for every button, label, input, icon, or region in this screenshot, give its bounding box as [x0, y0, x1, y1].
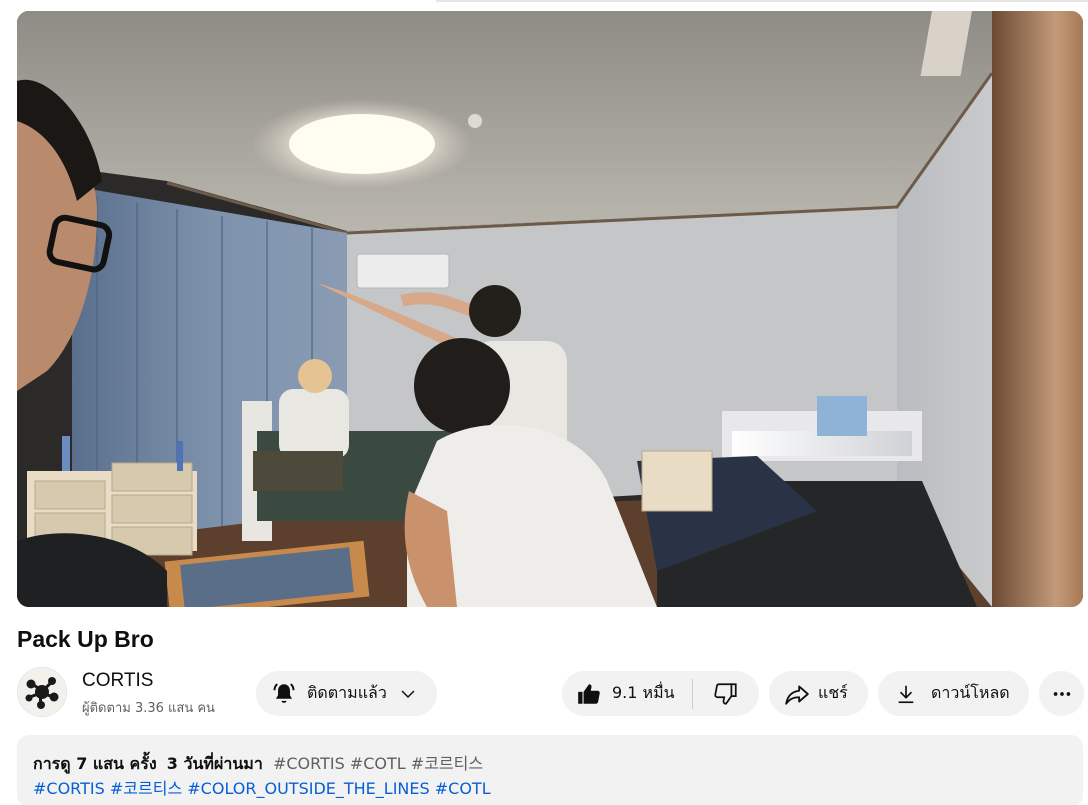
description-tags-row: #CORTIS #코르티스 #COLOR_OUTSIDE_THE_LINES #… — [33, 776, 1083, 801]
video-title: Pack Up Bro — [17, 626, 154, 652]
hashtag-link[interactable]: #코르티스 — [110, 779, 182, 798]
download-icon — [898, 685, 914, 703]
thumbs-up-icon — [578, 683, 600, 704]
more-horizontal-icon — [1053, 691, 1070, 696]
description-box[interactable]: การดู 7 แสน ครั้ง 3 วันที่ผ่านมา #CORTIS… — [17, 735, 1083, 805]
share-label: แชร์ — [818, 683, 848, 702]
subscribed-label: ติดตามแล้ว — [307, 683, 387, 702]
video-player[interactable] — [17, 11, 1083, 607]
upload-age: 3 วันที่ผ่านมา — [166, 754, 263, 773]
channel-name[interactable]: CORTIS — [82, 670, 153, 692]
more-actions-button[interactable] — [1039, 671, 1084, 716]
watch-page: Pack Up Bro CORTIS ผู้ติดตาม 3.36 แสน คน — [0, 0, 1088, 805]
download-label: ดาวน์โหลด — [931, 683, 1010, 702]
like-count: 9.1 หมื่น — [612, 683, 675, 702]
meta-hashtag[interactable]: #CORTIS — [273, 754, 345, 773]
view-count: การดู 7 แสน ครั้ง — [33, 754, 157, 773]
subscribed-button[interactable]: ติดตามแล้ว — [256, 671, 437, 716]
dislike-button[interactable] — [693, 671, 759, 716]
share-button[interactable]: แชร์ — [769, 671, 868, 716]
subscriber-count: ผู้ติดตาม 3.36 แสน คน — [82, 701, 215, 716]
meta-hashtag[interactable]: #COTL — [350, 754, 406, 773]
hashtag-link[interactable]: #CORTIS — [33, 779, 105, 798]
channel-avatar[interactable] — [17, 667, 67, 717]
share-arrow-icon — [785, 684, 809, 705]
bell-ringing-icon — [273, 682, 295, 703]
progress-strip — [436, 0, 1088, 2]
hashtag-link[interactable]: #COTL — [435, 779, 491, 798]
description-meta-row: การดู 7 แสน ครั้ง 3 วันที่ผ่านมา #CORTIS… — [33, 751, 1083, 776]
meta-hashtag[interactable]: #코르티스 — [411, 754, 483, 773]
like-dislike-group: 9.1 หมื่น — [562, 671, 759, 716]
thumbs-down-icon — [714, 682, 737, 705]
download-button[interactable]: ดาวน์โหลด — [878, 671, 1029, 716]
like-button[interactable]: 9.1 หมื่น — [562, 671, 692, 716]
hashtag-link[interactable]: #COLOR_OUTSIDE_THE_LINES — [187, 779, 429, 798]
video-frame — [17, 11, 1083, 607]
chevron-down-icon — [401, 689, 415, 698]
cortis-logo-icon — [18, 668, 66, 716]
